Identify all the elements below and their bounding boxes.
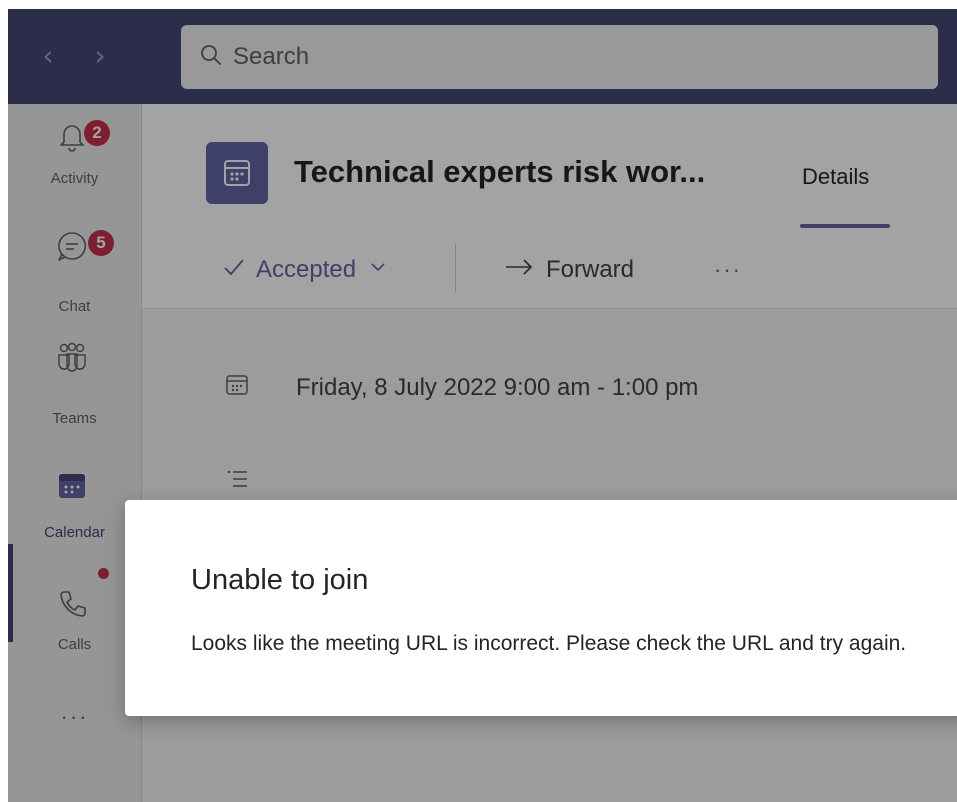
dialog-title: Unable to join xyxy=(191,564,369,596)
error-dialog: Unable to join Looks like the meeting UR… xyxy=(125,500,957,716)
dialog-message: Looks like the meeting URL is incorrect.… xyxy=(191,632,907,655)
